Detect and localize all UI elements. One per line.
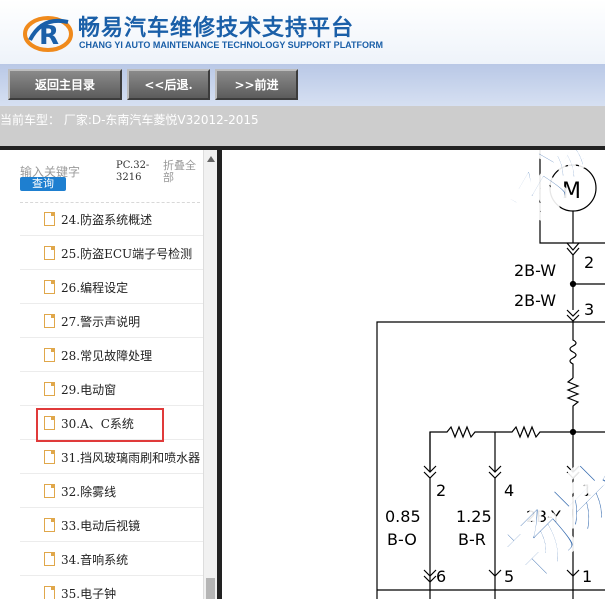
pin-label: 5 (504, 567, 514, 586)
tree-list: 24.防盗系统概述 25.防盗ECU端子号检测 26.编程设定 27.警示声说明… (20, 202, 205, 599)
pin-label: 3 (584, 300, 594, 319)
toolbar: 返回主目录 <<后退. >>前进 (0, 64, 605, 106)
header-banner: R 畅易汽车维修技术支持平台 CHANG YI AUTO MAINTENANCE… (0, 0, 605, 64)
tree-item[interactable]: 32.除雾线 (20, 474, 205, 508)
forward-button[interactable]: >>前进 (215, 69, 298, 100)
tree-item[interactable]: 25.防盗ECU端子号检测 (20, 236, 205, 270)
tree-item[interactable]: 34.音响系统 (20, 542, 205, 576)
wiring-diagram: M 2B-W 2 2B-W 3 2 4 1 0.85 B-O 1.25 B-R … (222, 150, 605, 599)
brand-title: 畅易汽车维修技术支持平台 (78, 16, 355, 41)
document-icon (44, 552, 55, 566)
pin-label: 2 (436, 481, 446, 500)
current-vehicle-text: 当前车型： 厂家:D-东南汽车菱悦V32012-2015 (0, 113, 259, 127)
document-icon (44, 484, 55, 498)
document-icon (44, 450, 55, 464)
tree-item[interactable]: 29.电动窗 (20, 372, 205, 406)
back-button[interactable]: <<后退. (127, 69, 210, 100)
document-icon (44, 348, 55, 362)
document-icon (44, 518, 55, 532)
brand-subtitle: CHANG YI AUTO MAINTENANCE TECHNOLOGY SUP… (79, 40, 384, 50)
document-icon (44, 280, 55, 294)
tree-item-label: 30.A、C系统 (61, 417, 134, 431)
tree-item-label: 28.常见故障处理 (61, 349, 153, 363)
home-button[interactable]: 返回主目录 (8, 69, 122, 100)
tree-item-label: 26.编程设定 (61, 281, 129, 295)
tree-item-label: 34.音响系统 (61, 553, 129, 567)
app-window: R 畅易汽车维修技术支持平台 CHANG YI AUTO MAINTENANCE… (0, 0, 605, 599)
tree-item[interactable]: 35.电子钟 (20, 576, 205, 599)
pin-label: 2 (584, 253, 594, 272)
tree-item[interactable]: 33.电动后视镜 (20, 508, 205, 542)
pin-label: 4 (504, 481, 514, 500)
tree-item[interactable]: 27.警示声说明 (20, 304, 205, 338)
tree-item[interactable]: 26.编程设定 (20, 270, 205, 304)
tree-item[interactable]: 31.挡风玻璃雨刷和喷水器 (20, 440, 205, 474)
tree-item[interactable]: 28.常见故障处理 (20, 338, 205, 372)
tree-item-label: 31.挡风玻璃雨刷和喷水器 (61, 451, 201, 465)
document-icon (44, 586, 55, 599)
tree-item-label: 27.警示声说明 (61, 315, 141, 329)
document-icon (44, 314, 55, 328)
sidebar-scrollbar[interactable] (203, 150, 217, 599)
tree-item-label: 29.电动窗 (61, 383, 117, 397)
tree-item-label: 33.电动后视镜 (61, 519, 141, 533)
tree-item-label: 25.防盗ECU端子号检测 (61, 247, 193, 261)
pin-label: 6 (436, 567, 446, 586)
brand-logo: R (23, 16, 73, 52)
wire-gauge-label: 1.25 (456, 507, 492, 526)
wire-gauge-label: 0.85 (385, 507, 421, 526)
logo-letter: R (39, 21, 59, 51)
collapse-all-button[interactable]: 折叠全部 (163, 160, 203, 184)
wire-color-label: B-O (387, 530, 417, 549)
pc-code-label: PC.32-3216 (116, 160, 150, 183)
current-vehicle-bar: 当前车型： 厂家:D-东南汽车菱悦V32012-2015 (0, 106, 605, 146)
tree-item-selected[interactable]: 30.A、C系统 (20, 406, 205, 442)
wire-label: 2B-W (514, 291, 556, 310)
wire-label: 2B-W (514, 261, 556, 280)
tree-item-label: 32.除雾线 (61, 485, 117, 499)
scroll-up-arrow-icon[interactable] (207, 156, 215, 162)
search-button[interactable]: 查询 (20, 177, 66, 191)
tree-item-label: 35.电子钟 (61, 587, 117, 599)
document-icon (44, 212, 55, 226)
wire-color-label: B-R (458, 530, 486, 549)
sidebar: 输入关键字 查询 PC.32-3216 折叠全部 24.防盗系统概述 25.防盗… (0, 150, 217, 599)
scrollbar-thumb[interactable] (206, 578, 215, 599)
document-icon (44, 416, 55, 430)
tree-item[interactable]: 24.防盗系统概述 (20, 202, 205, 236)
document-icon (44, 382, 55, 396)
pin-label: 1 (582, 567, 592, 586)
tree-item-label: 24.防盗系统概述 (61, 213, 153, 227)
document-icon (44, 246, 55, 260)
